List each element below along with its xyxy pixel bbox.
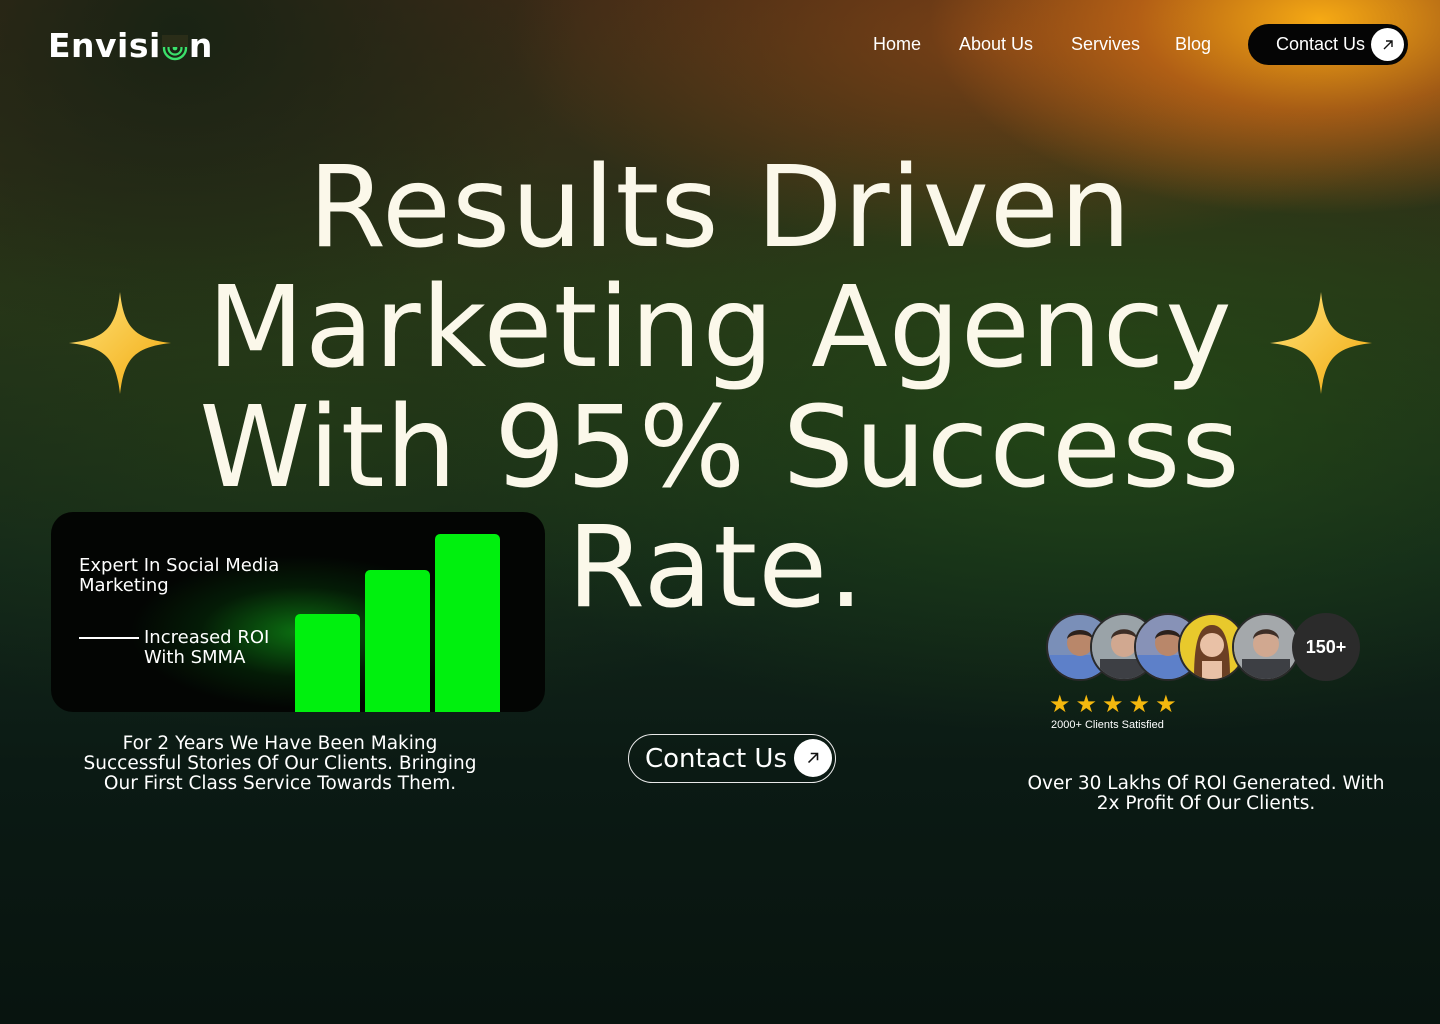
logo-text-start: Envisi xyxy=(48,26,161,65)
hero-contact-label: Contact Us xyxy=(645,743,787,774)
growth-bar xyxy=(435,534,500,712)
nav-about[interactable]: About Us xyxy=(959,34,1033,55)
nav-blog[interactable]: Blog xyxy=(1175,34,1211,55)
nav-contact-label: Contact Us xyxy=(1276,34,1366,54)
star-icon: ★ xyxy=(1102,690,1124,718)
client-avatars: 150+ xyxy=(1046,613,1366,681)
star-icon: ★ xyxy=(1049,690,1071,718)
left-description: For 2 Years We Have Been Making Successf… xyxy=(83,733,477,794)
nav-contact-button[interactable]: Contact Us xyxy=(1248,24,1408,65)
sparkle-icon xyxy=(69,292,171,394)
nav-services[interactable]: Servives xyxy=(1071,34,1140,55)
avatar xyxy=(1232,613,1300,681)
arrow-up-right-icon xyxy=(1371,28,1404,61)
star-icon: ★ xyxy=(1075,690,1098,718)
star-icon: ★ xyxy=(1155,690,1177,718)
rating-stars: ★ ★ ★ ★ ★ xyxy=(1049,692,1177,716)
arrow-up-right-icon xyxy=(794,739,832,777)
logo-text-end: n xyxy=(188,26,213,65)
right-description: Over 30 Lakhs Of ROI Generated. With 2x … xyxy=(1027,773,1385,814)
card-title: Expert In Social Media Marketing xyxy=(79,555,280,596)
star-icon: ★ xyxy=(1128,690,1151,718)
clients-satisfied: 2000+ Clients Satisfied xyxy=(1051,719,1164,731)
divider xyxy=(79,637,139,639)
client-count-badge: 150+ xyxy=(1292,613,1360,681)
card-subtitle: Increased ROI With SMMA xyxy=(144,627,270,668)
hero-line-1: Results Driven xyxy=(308,143,1132,273)
growth-bars xyxy=(295,534,500,712)
sparkle-icon xyxy=(1270,292,1372,394)
nav-home[interactable]: Home xyxy=(873,34,921,55)
hero-line-3: With 95% Success xyxy=(199,383,1241,513)
smm-card: Expert In Social Media Marketing Increas… xyxy=(51,512,545,712)
target-o-icon xyxy=(161,34,188,60)
hero-contact-button[interactable]: Contact Us xyxy=(628,734,836,783)
hero-line-2: Marketing Agency xyxy=(207,263,1233,393)
growth-bar xyxy=(295,614,360,712)
growth-bar xyxy=(365,570,430,712)
brand-logo[interactable]: Envisi n xyxy=(48,26,213,65)
